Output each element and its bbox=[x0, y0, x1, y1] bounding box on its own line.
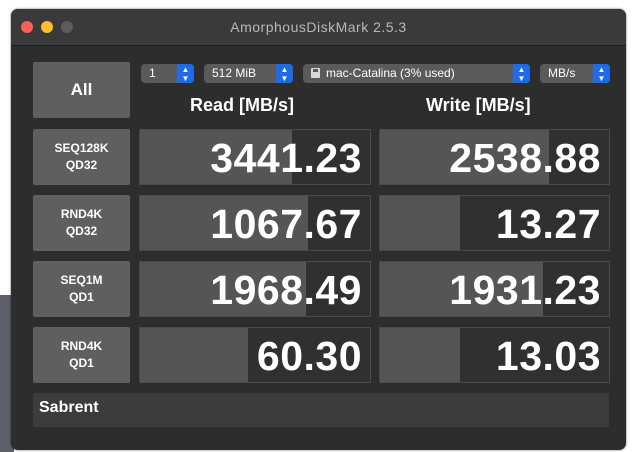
read-result-cell: 1067.67 bbox=[139, 195, 371, 251]
read-progress-bar bbox=[140, 328, 249, 382]
write-column-header: Write [MB/s] bbox=[426, 95, 531, 115]
test-button-rnd4k-qd32[interactable]: RND4K QD32 bbox=[33, 195, 130, 251]
write-result-cell: 13.27 bbox=[379, 195, 610, 251]
chevron-down-icon: ▼ bbox=[181, 73, 190, 83]
test-queue-depth: QD32 bbox=[65, 158, 98, 172]
window-title: AmorphousDiskMark 2.5.3 bbox=[230, 19, 407, 35]
test-name: SEQ128K bbox=[54, 141, 109, 155]
title-bar[interactable]: AmorphousDiskMark 2.5.3 bbox=[11, 9, 626, 46]
chevron-down-icon: ▼ bbox=[280, 73, 289, 83]
read-result-cell: 60.30 bbox=[139, 327, 371, 383]
run-all-button[interactable]: All bbox=[33, 62, 130, 118]
test-size-select[interactable]: 512 MiB ▲ ▼ bbox=[204, 64, 293, 83]
test-button-seq1m-qd1[interactable]: SEQ1M QD1 bbox=[33, 261, 130, 317]
test-name: RND4K bbox=[60, 339, 103, 353]
comment-field[interactable]: Sabrent bbox=[33, 393, 609, 427]
disk-icon bbox=[311, 68, 320, 78]
target-disk-stepper[interactable]: ▲ ▼ bbox=[513, 64, 530, 83]
test-count-select[interactable]: 1 ▲ ▼ bbox=[141, 64, 194, 83]
app-window: AmorphousDiskMark 2.5.3 All 1 ▲ ▼ 512 Mi… bbox=[11, 9, 626, 450]
read-result-cell: 3441.23 bbox=[139, 129, 371, 185]
test-queue-depth: QD1 bbox=[69, 356, 94, 370]
read-result-value: 1968.49 bbox=[210, 267, 362, 313]
read-result-value: 60.30 bbox=[256, 333, 362, 379]
read-column-header: Read [MB/s] bbox=[190, 95, 295, 115]
write-result-value: 13.03 bbox=[495, 333, 601, 379]
chevron-up-icon: ▲ bbox=[280, 64, 289, 74]
test-button-seq128k-qd32[interactable]: SEQ128K QD32 bbox=[33, 129, 130, 185]
test-size-value: 512 MiB bbox=[212, 66, 257, 80]
write-result-value: 1931.23 bbox=[449, 267, 601, 313]
chevron-up-icon: ▲ bbox=[597, 64, 606, 74]
test-queue-depth: QD32 bbox=[65, 224, 98, 238]
test-queue-depth: QD1 bbox=[69, 290, 94, 304]
unit-stepper[interactable]: ▲ ▼ bbox=[593, 64, 610, 83]
chevron-down-icon: ▼ bbox=[517, 73, 526, 83]
test-name: SEQ1M bbox=[60, 273, 103, 287]
write-result-cell: 2538.88 bbox=[379, 129, 610, 185]
read-result-value: 3441.23 bbox=[210, 135, 362, 181]
test-size-stepper[interactable]: ▲ ▼ bbox=[276, 64, 293, 83]
chevron-up-icon: ▲ bbox=[517, 64, 526, 74]
target-disk-value: mac-Catalina (3% used) bbox=[326, 66, 455, 80]
unit-select[interactable]: MB/s ▲ ▼ bbox=[540, 64, 610, 83]
write-progress-bar bbox=[380, 328, 461, 382]
write-result-cell: 13.03 bbox=[379, 327, 610, 383]
read-result-value: 1067.67 bbox=[210, 201, 362, 247]
target-disk-select[interactable]: mac-Catalina (3% used) ▲ ▼ bbox=[303, 64, 530, 83]
chevron-down-icon: ▼ bbox=[597, 73, 606, 83]
write-progress-bar bbox=[380, 196, 461, 250]
write-result-value: 2538.88 bbox=[449, 135, 601, 181]
chevron-up-icon: ▲ bbox=[181, 64, 190, 74]
write-result-cell: 1931.23 bbox=[379, 261, 610, 317]
test-button-rnd4k-qd1[interactable]: RND4K QD1 bbox=[33, 327, 130, 383]
read-result-cell: 1968.49 bbox=[139, 261, 371, 317]
test-count-stepper[interactable]: ▲ ▼ bbox=[177, 64, 194, 83]
test-count-value: 1 bbox=[149, 66, 156, 80]
unit-value: MB/s bbox=[548, 66, 576, 80]
write-result-value: 13.27 bbox=[495, 201, 601, 247]
test-name: RND4K bbox=[60, 207, 103, 221]
